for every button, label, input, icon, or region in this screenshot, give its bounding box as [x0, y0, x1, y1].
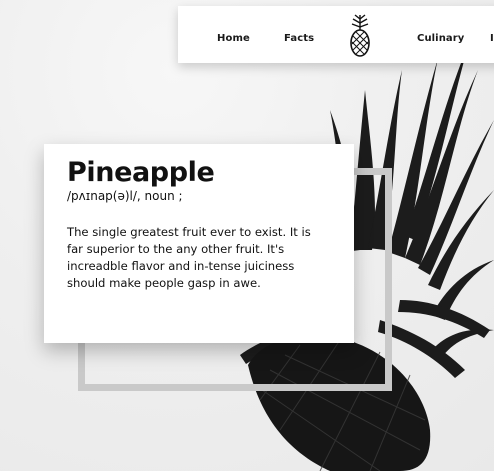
nav-link-culinary[interactable]: Culinary: [417, 33, 464, 44]
nav-link-facts[interactable]: Facts: [284, 33, 314, 44]
definition-description: The single greatest fruit ever to exist.…: [67, 225, 311, 290]
top-navigation: Home Facts Culinary I: [178, 6, 494, 63]
definition-pronunciation: /pʌɪnap(ə)l/, noun ;: [67, 189, 183, 203]
definition-card: Pineapple /pʌɪnap(ə)l/, noun ; The singl…: [44, 144, 354, 343]
pineapple-logo-icon[interactable]: [345, 13, 375, 57]
definition-word: Pineapple: [67, 157, 215, 188]
nav-link-home[interactable]: Home: [217, 33, 250, 44]
nav-link-cutoff[interactable]: I: [490, 33, 494, 44]
